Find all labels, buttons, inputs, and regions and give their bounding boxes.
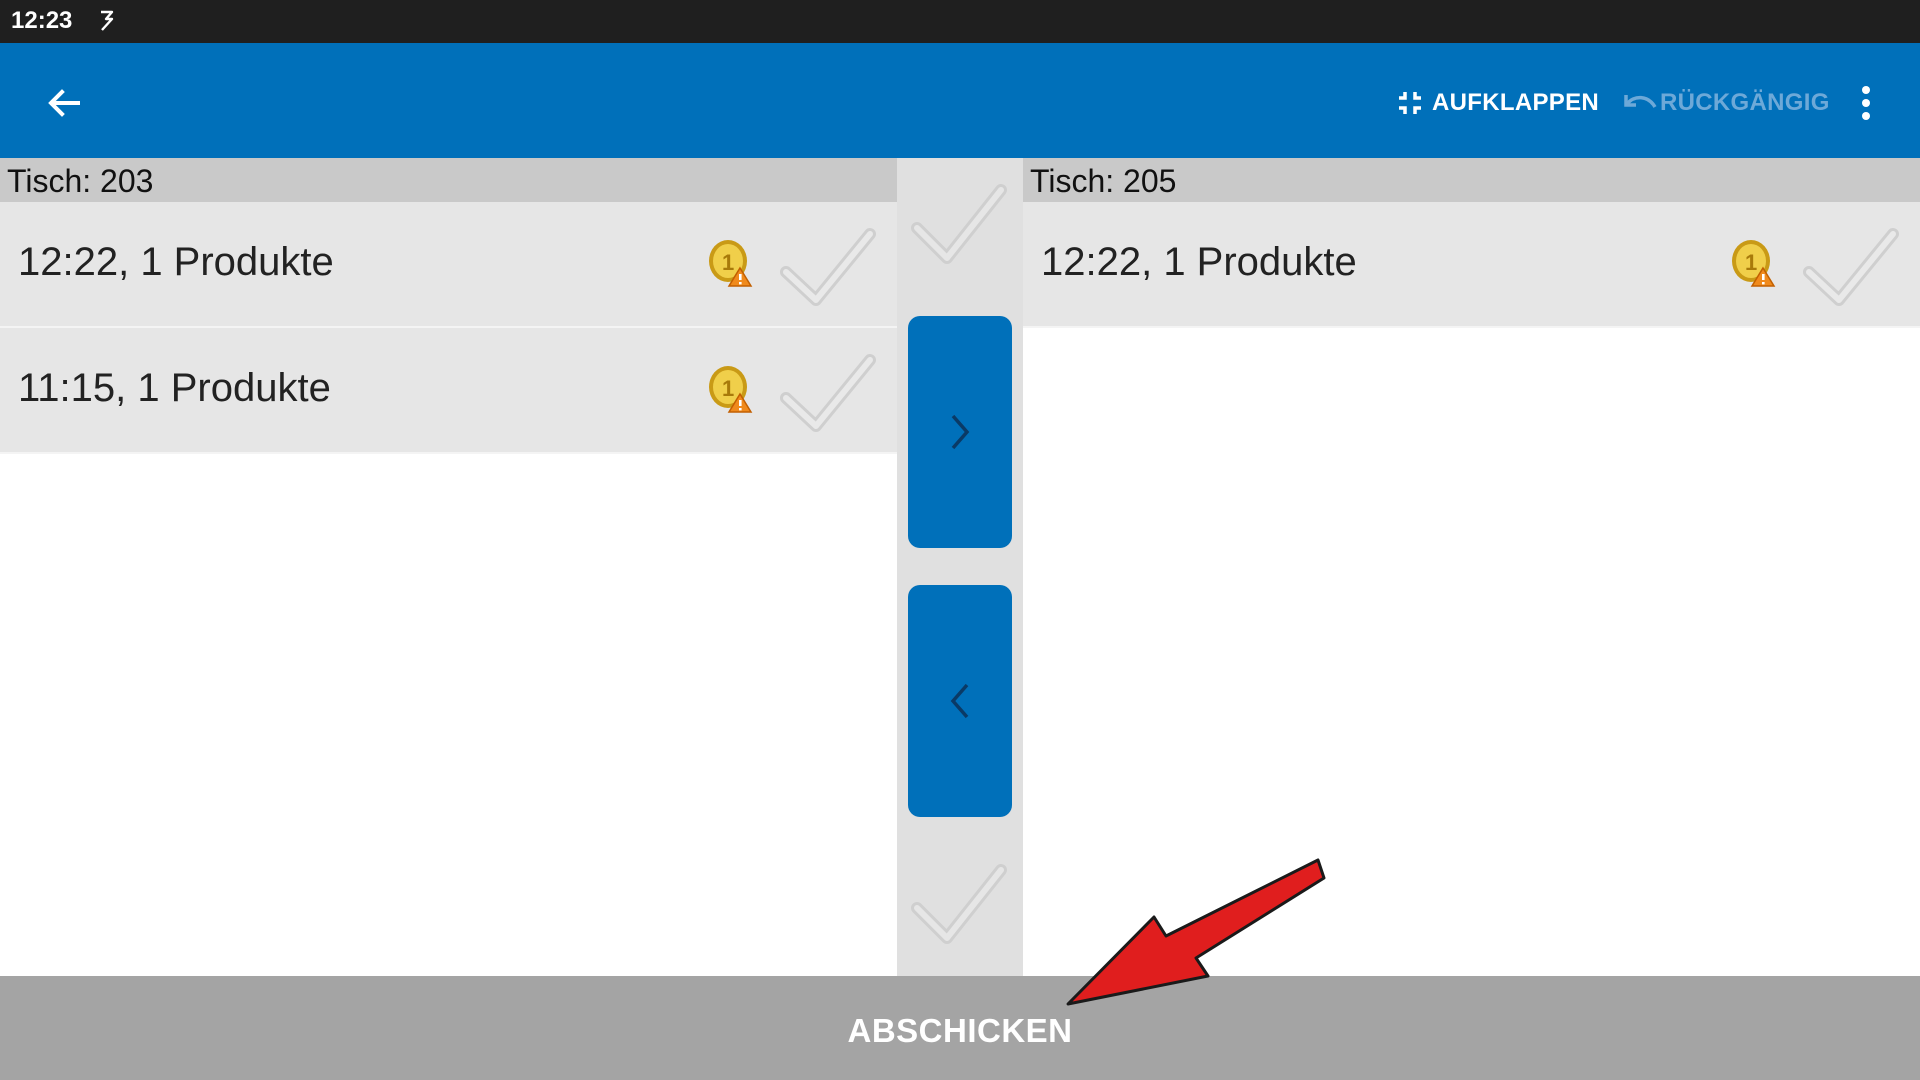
order-row[interactable]: 12:22, 1 Produkte 1 <box>1023 202 1920 328</box>
unpaid-coin-warning-icon: 1 <box>709 366 753 413</box>
undo-button[interactable]: RÜCKGÄNGIG <box>1620 85 1830 121</box>
left-table-header: Tisch: 203 <box>0 158 897 202</box>
checkmark-icon[interactable] <box>778 350 878 436</box>
order-label: 12:22, 1 Produkte <box>18 240 334 284</box>
chevron-right-icon <box>951 414 970 450</box>
submit-button[interactable]: ABSCHICKEN <box>0 976 1920 1080</box>
select-all-right-checkmark-icon[interactable] <box>909 858 1009 948</box>
transfer-controls <box>897 158 1023 976</box>
left-table-panel: Tisch: 203 12:22, 1 Produkte 1 11:15, 1 … <box>0 158 897 976</box>
collapse-button[interactable]: AUFKLAPPEN <box>1396 85 1599 121</box>
right-table-panel: Tisch: 205 12:22, 1 Produkte 1 <box>1023 158 1920 976</box>
move-right-button[interactable] <box>908 316 1012 548</box>
svg-text:1: 1 <box>722 376 734 401</box>
unpaid-coin-warning-icon: 1 <box>709 240 753 287</box>
arrow-left-icon[interactable] <box>40 79 88 127</box>
right-table-header: Tisch: 205 <box>1023 158 1920 202</box>
order-label: 11:15, 1 Produkte <box>18 366 331 410</box>
status-time: 12:23 <box>11 7 73 34</box>
status-bar: 12:23 <box>0 0 1920 43</box>
unpaid-coin-warning-icon: 1 <box>1732 240 1776 287</box>
order-row[interactable]: 12:22, 1 Produkte 1 <box>0 202 897 328</box>
submit-label: ABSCHICKEN <box>847 1012 1073 1049</box>
undo-label: RÜCKGÄNGIG <box>1660 89 1830 116</box>
collapse-icon <box>1399 92 1421 114</box>
checkmark-icon[interactable] <box>1801 224 1901 310</box>
order-row[interactable]: 11:15, 1 Produkte 1 <box>0 328 897 454</box>
svg-text:1: 1 <box>1745 250 1757 275</box>
checkmark-icon[interactable] <box>778 224 878 310</box>
chevron-left-icon <box>950 683 969 719</box>
move-left-button[interactable] <box>908 585 1012 817</box>
more-vertical-icon[interactable] <box>1852 81 1880 125</box>
app-notification-icon <box>101 10 114 31</box>
svg-text:1: 1 <box>722 250 734 275</box>
collapse-label: AUFKLAPPEN <box>1432 89 1600 116</box>
undo-icon <box>1624 95 1657 109</box>
app-bar: AUFKLAPPEN RÜCKGÄNGIG <box>0 43 1920 158</box>
order-label: 12:22, 1 Produkte <box>1041 240 1357 284</box>
select-all-left-checkmark-icon[interactable] <box>909 178 1009 268</box>
